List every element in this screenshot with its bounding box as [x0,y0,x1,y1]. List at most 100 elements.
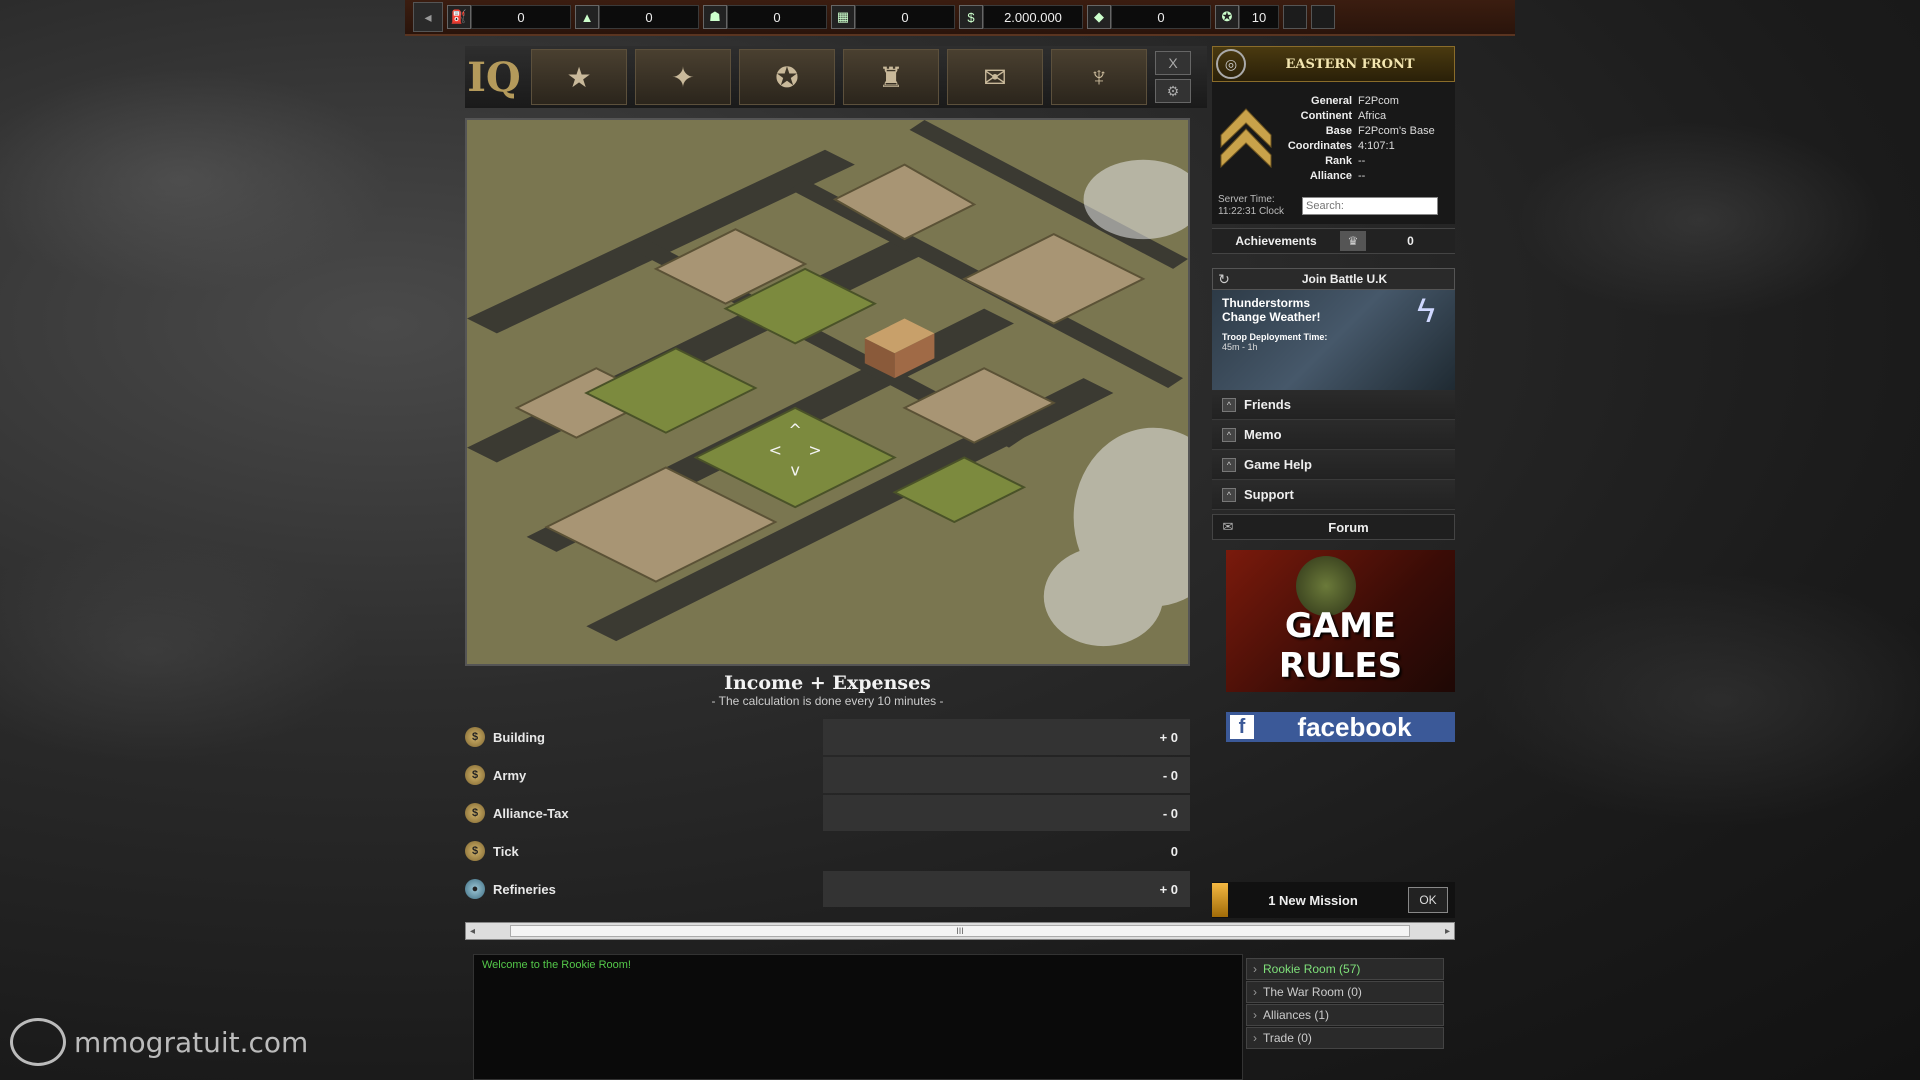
achievements-row[interactable]: Achievements ♛ 0 [1212,228,1455,254]
income-row-value: - 0 [823,795,1190,831]
oil-icon[interactable]: ▲ [575,5,599,29]
forum-label[interactable]: Forum [1243,520,1454,535]
chevron-right-icon: › [1253,1031,1257,1045]
chat-room-tab[interactable]: › The War Room (0) [1246,981,1444,1003]
chat-room-label: The War Room (0) [1263,985,1362,999]
server-time: Server Time: 11:22:31 Clock [1218,194,1302,218]
chat-room-tab[interactable]: › Trade (0) [1246,1027,1444,1049]
sidebar-item-game-help[interactable]: ^ Game Help [1212,450,1455,480]
wings-emblem-icon[interactable]: ✪ [739,49,835,105]
chat-room-label: Trade (0) [1263,1031,1312,1045]
back-arrow-icon[interactable]: ◂ [413,2,443,32]
sidebar-item-label[interactable]: Memo [1244,427,1282,442]
continent-label: Continent [1300,110,1352,122]
rank-badge-icon[interactable] [1311,5,1335,29]
join-battle-header[interactable]: ↻ Join Battle U.K [1212,268,1455,290]
building-material-icon[interactable]: ▦ [831,5,855,29]
fuel-icon[interactable]: ⛽ [447,5,471,29]
resource-2: ☗ 0 [703,4,827,30]
coordinates-label: Coordinates [1287,140,1352,152]
rank-label: Rank [1325,155,1352,167]
resource-value: 0 [727,5,827,29]
map-canvas[interactable]: ^ < > v [467,120,1188,664]
forum-header[interactable]: ✉ Forum [1212,514,1455,540]
sidebar-item-friends[interactable]: ^ Friends [1212,390,1455,420]
general-value[interactable]: F2Pcom [1358,94,1399,109]
resource-0: ⛽ 0 [447,4,571,30]
city-icon[interactable]: ♜ [843,49,939,105]
resource-3: ▦ 0 [831,4,955,30]
resource-value: 0 [1111,5,1211,29]
income-row-value: 0 [1170,843,1178,859]
envelope-icon[interactable]: ✉ [947,49,1043,105]
eagle-icon[interactable]: ♆ [1051,49,1147,105]
horizontal-scrollbar[interactable]: ◂ III ▸ [465,922,1455,940]
deploy-time: 45m - 1h [1222,342,1258,352]
resource-4: $2.000.000 [959,4,1083,30]
achievements-label[interactable]: Achievements [1212,234,1340,248]
watermark: mmogratuit.com [10,1018,308,1066]
expand-icon[interactable]: ^ [1222,427,1236,442]
globe-icon[interactable]: ◎ [1216,49,1246,79]
sidebar-item-label[interactable]: Friends [1244,397,1291,412]
join-battle-label[interactable]: Join Battle U.K [1235,272,1454,286]
profile-info: General F2Pcom Continent Africa Base F2Pcom… [1280,94,1435,184]
hq-button[interactable]: IQ [465,48,523,106]
refresh-icon[interactable]: ↻ [1213,271,1235,288]
scroll-thumb[interactable]: III [510,925,1410,937]
ok-button[interactable]: OK [1408,887,1448,913]
sidebar-item-label[interactable]: Support [1244,487,1294,502]
expand-icon[interactable]: ^ [1222,397,1236,412]
coin-icon[interactable]: $ [959,5,983,29]
income-row: $ Building + 0 [465,718,1190,756]
alliance-value: -- [1358,170,1366,182]
storm-line-2: Change Weather! [1222,310,1321,324]
resource-list: ⛽ 0 ▲ 0 ☗ 0 ▦ 0 $2.000.000 ◆ 0 ✪ 10 [447,4,1279,30]
resource-value: 0 [599,5,699,29]
chat-room-tab[interactable]: › Alliances (1) [1246,1004,1444,1026]
income-row: $ Alliance-Tax - 0 [465,794,1190,832]
grid-icon[interactable] [1283,5,1307,29]
scroll-left-icon[interactable]: ◂ [470,926,475,937]
server-time-label: Server Time: [1218,194,1275,205]
income-title: Income + Expenses [724,672,931,694]
base-map[interactable]: ^ < > v [465,118,1190,666]
medal-icon[interactable]: ✪ [1215,5,1239,29]
settings-icon[interactable]: ⚙ [1155,79,1191,103]
mission-indicator [1212,883,1228,917]
troops-icon[interactable]: ✦ [635,49,731,105]
chat-room-tab[interactable]: › Rookie Room (57) [1246,958,1444,980]
expand-icon[interactable]: ^ [1222,487,1236,502]
search-input[interactable] [1302,197,1438,215]
facebook-label: facebook [1297,711,1412,742]
gold-bar-icon[interactable]: ◆ [1087,5,1111,29]
resource-value: 2.000.000 [983,5,1083,29]
expand-icon[interactable]: ^ [1222,457,1236,472]
soldier-icon[interactable]: ☗ [703,5,727,29]
coin-icon: $ [465,841,485,861]
chat-window[interactable]: Welcome to the Rookie Room! [473,954,1243,1080]
close-button[interactable]: X [1155,51,1191,75]
chat-room-label: Alliances (1) [1263,1008,1330,1022]
chat-room-label: Rookie Room (57) [1263,962,1361,976]
resource-1: ▲ 0 [575,4,699,30]
income-row: $ Army - 0 [465,756,1190,794]
weather-banner[interactable]: Thunderstorms Change Weather! Troop Depl… [1212,290,1455,390]
income-row-label: Army [493,767,527,783]
front-header: ◎ EASTERN FRONT [1212,46,1455,82]
sidebar-item-memo[interactable]: ^ Memo [1212,420,1455,450]
coin-icon: $ [465,727,485,747]
resource-5: ◆ 0 [1087,4,1211,30]
server-time-value: 11:22:31 Clock [1218,206,1284,217]
sidebar-item-label[interactable]: Game Help [1244,457,1312,472]
star-emblem-icon[interactable]: ★ [531,49,627,105]
map-arrow-up: ^ [789,421,802,440]
sidebar-item-support[interactable]: ^ Support [1212,480,1455,510]
facebook-button[interactable]: f facebook [1226,712,1455,742]
scroll-right-icon[interactable]: ▸ [1445,926,1450,937]
game-rules-banner[interactable]: GAME RULES [1226,550,1455,692]
game-rules-text: GAME RULES [1278,606,1403,686]
main-navigation: IQ ★ ✦ ✪ ♜ ✉ ♆ X ⚙ [465,46,1207,108]
new-mission-label[interactable]: 1 New Mission [1228,893,1398,908]
server-time-row: Server Time: 11:22:31 Clock [1212,188,1455,224]
